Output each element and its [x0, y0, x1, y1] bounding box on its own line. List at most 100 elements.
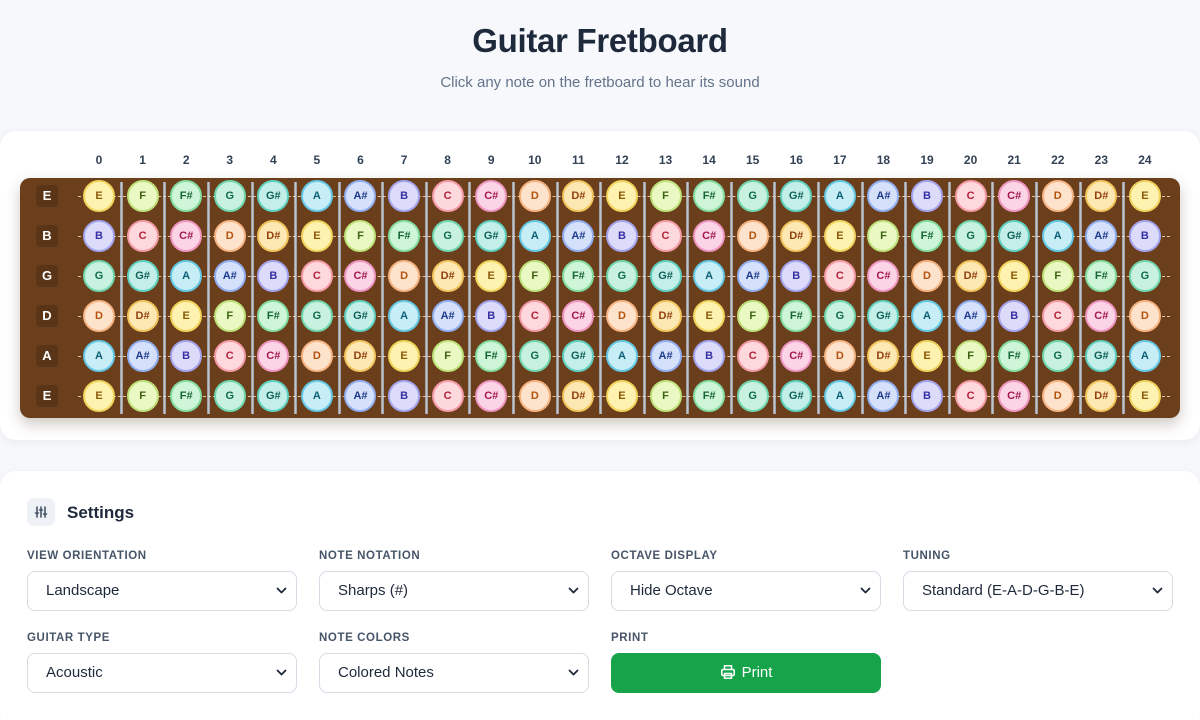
- note-button[interactable]: D: [213, 220, 246, 252]
- note-button[interactable]: A#: [867, 180, 900, 212]
- note-button[interactable]: E: [170, 300, 203, 332]
- note-button[interactable]: E: [823, 220, 856, 252]
- guitar-type-select[interactable]: Acoustic: [27, 653, 297, 693]
- note-button[interactable]: E: [998, 260, 1031, 292]
- note-button[interactable]: C#: [780, 340, 813, 372]
- note-button[interactable]: F#: [257, 300, 290, 332]
- note-button[interactable]: C#: [998, 380, 1031, 412]
- note-button[interactable]: E: [83, 180, 115, 212]
- note-button[interactable]: A#: [213, 260, 246, 292]
- note-button[interactable]: A: [300, 380, 333, 412]
- note-button[interactable]: A: [823, 180, 856, 212]
- note-button[interactable]: G#: [998, 220, 1031, 252]
- note-button[interactable]: F#: [562, 260, 595, 292]
- note-button[interactable]: G: [1128, 260, 1161, 292]
- note-button[interactable]: C#: [344, 260, 377, 292]
- note-button[interactable]: F#: [170, 180, 203, 212]
- note-button[interactable]: C: [518, 300, 551, 332]
- note-button[interactable]: C#: [693, 220, 726, 252]
- note-button[interactable]: F#: [693, 380, 726, 412]
- note-button[interactable]: E: [911, 340, 944, 372]
- note-button[interactable]: F#: [388, 220, 421, 252]
- octave-display-select[interactable]: Hide Octave: [611, 571, 881, 611]
- note-button[interactable]: A: [300, 180, 333, 212]
- note-button[interactable]: D#: [1085, 380, 1118, 412]
- note-button[interactable]: E: [693, 300, 726, 332]
- note-button[interactable]: A#: [344, 380, 377, 412]
- note-button[interactable]: D: [911, 260, 944, 292]
- note-button[interactable]: F#: [998, 340, 1031, 372]
- note-button[interactable]: G#: [257, 380, 290, 412]
- note-button[interactable]: A#: [867, 380, 900, 412]
- note-button[interactable]: B: [911, 180, 944, 212]
- note-button[interactable]: A#: [431, 300, 464, 332]
- note-button[interactable]: F: [867, 220, 900, 252]
- note-button[interactable]: F: [954, 340, 987, 372]
- note-button[interactable]: C#: [257, 340, 290, 372]
- note-button[interactable]: D#: [431, 260, 464, 292]
- note-button[interactable]: F#: [170, 380, 203, 412]
- note-button[interactable]: C: [736, 340, 769, 372]
- note-button[interactable]: B: [780, 260, 813, 292]
- note-button[interactable]: A: [605, 340, 638, 372]
- note-button[interactable]: C: [1041, 300, 1074, 332]
- note-button[interactable]: D#: [562, 180, 595, 212]
- note-button[interactable]: D: [736, 220, 769, 252]
- note-button[interactable]: C: [954, 380, 987, 412]
- note-button[interactable]: G: [954, 220, 987, 252]
- note-button[interactable]: G: [736, 180, 769, 212]
- note-button[interactable]: B: [998, 300, 1031, 332]
- note-button[interactable]: A#: [562, 220, 595, 252]
- note-button[interactable]: F: [126, 380, 159, 412]
- note-button[interactable]: G#: [780, 380, 813, 412]
- note-button[interactable]: D: [1041, 380, 1074, 412]
- note-button[interactable]: A#: [954, 300, 987, 332]
- note-button[interactable]: A#: [344, 180, 377, 212]
- note-button[interactable]: F#: [780, 300, 813, 332]
- note-button[interactable]: C#: [867, 260, 900, 292]
- note-button[interactable]: G: [83, 260, 115, 292]
- note-button[interactable]: C: [431, 180, 464, 212]
- print-button[interactable]: Print: [611, 653, 881, 693]
- note-button[interactable]: A: [823, 380, 856, 412]
- note-button[interactable]: G: [736, 380, 769, 412]
- note-button[interactable]: B: [170, 340, 203, 372]
- note-button[interactable]: D#: [867, 340, 900, 372]
- note-button[interactable]: G: [300, 300, 333, 332]
- note-button[interactable]: F#: [693, 180, 726, 212]
- note-button[interactable]: C#: [562, 300, 595, 332]
- note-button[interactable]: C: [300, 260, 333, 292]
- note-button[interactable]: D#: [562, 380, 595, 412]
- note-button[interactable]: G#: [1085, 340, 1118, 372]
- note-button[interactable]: D#: [954, 260, 987, 292]
- note-button[interactable]: D#: [1085, 180, 1118, 212]
- note-button[interactable]: B: [693, 340, 726, 372]
- note-button[interactable]: D: [83, 300, 115, 332]
- note-button[interactable]: G: [518, 340, 551, 372]
- note-button[interactable]: A: [170, 260, 203, 292]
- note-button[interactable]: D: [1128, 300, 1161, 332]
- note-button[interactable]: C#: [1085, 300, 1118, 332]
- note-button[interactable]: F: [1041, 260, 1074, 292]
- note-button[interactable]: E: [475, 260, 508, 292]
- note-button[interactable]: G#: [344, 300, 377, 332]
- note-button[interactable]: C: [213, 340, 246, 372]
- view-orientation-select[interactable]: Landscape: [27, 571, 297, 611]
- note-button[interactable]: F: [736, 300, 769, 332]
- note-button[interactable]: G#: [257, 180, 290, 212]
- note-button[interactable]: A#: [736, 260, 769, 292]
- note-button[interactable]: C#: [475, 380, 508, 412]
- note-button[interactable]: B: [388, 380, 421, 412]
- note-button[interactable]: D#: [126, 300, 159, 332]
- note-button[interactable]: D#: [344, 340, 377, 372]
- note-button[interactable]: A#: [1085, 220, 1118, 252]
- note-button[interactable]: E: [300, 220, 333, 252]
- note-button[interactable]: F: [649, 380, 682, 412]
- note-button[interactable]: E: [1128, 380, 1161, 412]
- note-button[interactable]: F: [431, 340, 464, 372]
- note-button[interactable]: C#: [998, 180, 1031, 212]
- note-button[interactable]: E: [1128, 180, 1161, 212]
- note-button[interactable]: G: [823, 300, 856, 332]
- note-button[interactable]: B: [475, 300, 508, 332]
- note-button[interactable]: D: [1041, 180, 1074, 212]
